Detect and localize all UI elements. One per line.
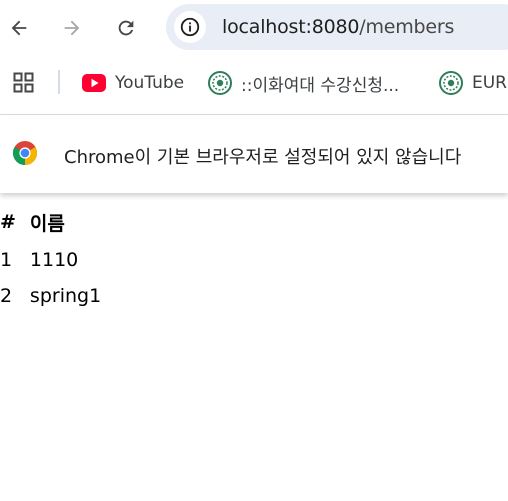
table-row: 2 spring1 bbox=[0, 278, 105, 314]
site-info-button[interactable] bbox=[174, 11, 206, 43]
apps-grid-icon[interactable] bbox=[13, 72, 35, 94]
url-text[interactable]: localhost:8080/members bbox=[222, 16, 454, 38]
table-header-row: # 이름 bbox=[0, 207, 105, 242]
members-table: # 이름 1 1110 2 spring1 bbox=[0, 207, 105, 314]
browser-toolbar: localhost:8080/members bbox=[0, 0, 508, 56]
bookmark-label: EUR bbox=[472, 73, 507, 93]
bookmark-youtube[interactable]: YouTube bbox=[82, 68, 184, 98]
member-id: 2 bbox=[0, 285, 13, 307]
bookmark-label: YouTube bbox=[115, 73, 185, 93]
arrow-right-icon bbox=[64, 20, 80, 36]
infobar-message: Chrome이 기본 브라우저로 설정되어 있지 않습니다 bbox=[64, 147, 462, 168]
arrow-left-icon bbox=[11, 20, 27, 36]
ewha-seal-icon bbox=[208, 71, 232, 95]
youtube-icon bbox=[82, 74, 106, 92]
column-header-name: 이름 bbox=[29, 212, 65, 235]
info-icon bbox=[180, 17, 200, 37]
bookmark-ewha-registration[interactable]: ::이화여대 수강신청... bbox=[208, 68, 399, 98]
ewha-seal-icon bbox=[439, 71, 463, 95]
member-id: 1 bbox=[0, 249, 13, 271]
forward-button[interactable] bbox=[54, 10, 90, 46]
url-host: localhost:8080 bbox=[222, 16, 360, 38]
chrome-logo-icon bbox=[12, 141, 38, 165]
member-name: spring1 bbox=[29, 285, 102, 307]
bookmark-eur[interactable]: EUR bbox=[439, 68, 507, 98]
member-name: 1110 bbox=[29, 249, 79, 271]
bookmarks-bar: YouTube ::이화여대 수강신청... EUR bbox=[0, 62, 508, 104]
page-content: # 이름 1 1110 2 spring1 bbox=[0, 207, 508, 314]
column-header-id: # bbox=[0, 211, 16, 233]
bookmark-label: ::이화여대 수강신청... bbox=[241, 75, 400, 96]
default-browser-infobar: Chrome이 기본 브라우저로 설정되어 있지 않습니다 bbox=[0, 115, 508, 193]
reload-button[interactable] bbox=[108, 10, 144, 46]
table-row: 1 1110 bbox=[0, 242, 105, 278]
bookmarks-separator bbox=[58, 70, 60, 94]
reload-icon bbox=[118, 20, 134, 36]
address-bar[interactable]: localhost:8080/members bbox=[166, 4, 508, 50]
url-path: /members bbox=[359, 16, 455, 38]
back-button[interactable] bbox=[1, 10, 37, 46]
